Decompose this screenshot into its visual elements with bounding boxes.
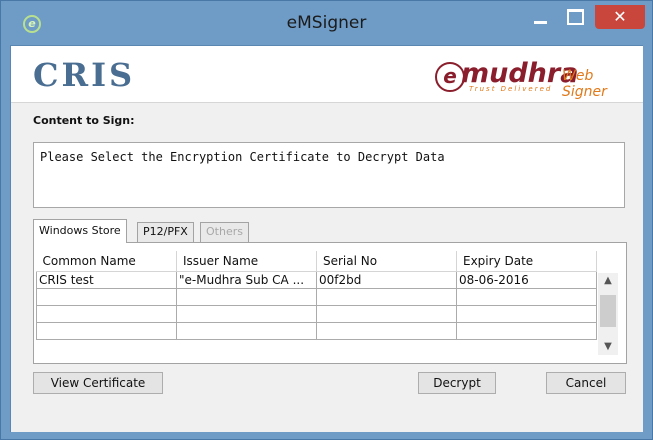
table-row[interactable]: CRIS test "e-Mudhra Sub CA ... 00f2bd 08…	[36, 271, 597, 289]
table-row[interactable]	[36, 322, 597, 340]
cell-common-name[interactable]	[36, 322, 177, 340]
cell-serial-no[interactable]: 00f2bd	[316, 271, 457, 289]
tab-p12-pfx[interactable]: P12/PFX	[137, 222, 194, 242]
vertical-scrollbar[interactable]: ▲ ▼	[598, 273, 618, 355]
cell-serial-no[interactable]	[316, 322, 457, 340]
close-icon: ✕	[613, 7, 627, 26]
cell-expiry-date[interactable]: 08-06-2016	[456, 271, 597, 289]
minimize-button[interactable]	[521, 5, 561, 29]
title-bar[interactable]: e eMSigner ✕	[1, 1, 652, 45]
column-header-common-name[interactable]: Common Name	[36, 251, 177, 272]
maximize-button[interactable]	[561, 5, 589, 29]
chevron-down-icon[interactable]: ▼	[598, 339, 618, 355]
cancel-button[interactable]: Cancel	[546, 372, 626, 394]
decrypt-button[interactable]: Decrypt	[418, 372, 496, 394]
view-certificate-button[interactable]: View Certificate	[33, 372, 163, 394]
emsigner-window: e eMSigner ✕ CRIS e mudhra Trust Deliver…	[0, 0, 653, 440]
table-row[interactable]	[36, 288, 597, 306]
emudhra-tagline: Trust Delivered	[469, 85, 553, 93]
tab-others: Others	[200, 222, 249, 242]
logo-header: CRIS e mudhra Trust Delivered Web Signer	[11, 46, 643, 103]
cell-common-name[interactable]: CRIS test	[36, 271, 177, 289]
cell-common-name[interactable]	[36, 305, 177, 323]
maximize-icon	[567, 9, 584, 25]
web-signer-label: Web Signer	[562, 68, 607, 100]
cell-issuer-name[interactable]: "e-Mudhra Sub CA ...	[176, 271, 317, 289]
cell-serial-no[interactable]	[316, 288, 457, 306]
cell-issuer-name[interactable]	[176, 322, 317, 340]
cell-expiry-date[interactable]	[456, 322, 597, 340]
tab-windows-store[interactable]: Windows Store	[33, 219, 127, 243]
content-to-sign-field[interactable]: Please Select the Encryption Certificate…	[33, 142, 625, 208]
certificate-list-pane: Common Name Issuer Name Serial No Expiry…	[33, 242, 627, 364]
column-header-expiry-date[interactable]: Expiry Date	[456, 251, 597, 272]
chevron-up-icon[interactable]: ▲	[598, 273, 618, 289]
cell-common-name[interactable]	[36, 288, 177, 306]
column-header-issuer-name[interactable]: Issuer Name	[176, 251, 317, 272]
table-header-row: Common Name Issuer Name Serial No Expiry…	[36, 251, 597, 272]
scrollbar-thumb[interactable]	[600, 295, 616, 327]
close-button[interactable]: ✕	[595, 5, 645, 29]
table-row[interactable]	[36, 305, 597, 323]
cris-logo: CRIS	[33, 56, 136, 94]
cell-serial-no[interactable]	[316, 305, 457, 323]
content-to-sign-label: Content to Sign:	[33, 114, 135, 127]
column-header-serial-no[interactable]: Serial No	[316, 251, 457, 272]
dialog-client-area: CRIS e mudhra Trust Delivered Web Signer…	[10, 45, 643, 432]
certificate-table: Common Name Issuer Name Serial No Expiry…	[36, 251, 597, 340]
cell-issuer-name[interactable]	[176, 288, 317, 306]
cell-expiry-date[interactable]	[456, 305, 597, 323]
cell-issuer-name[interactable]	[176, 305, 317, 323]
emudhra-logo: e mudhra Trust Delivered Web Signer	[429, 52, 639, 100]
cell-expiry-date[interactable]	[456, 288, 597, 306]
minimize-icon	[534, 21, 547, 24]
